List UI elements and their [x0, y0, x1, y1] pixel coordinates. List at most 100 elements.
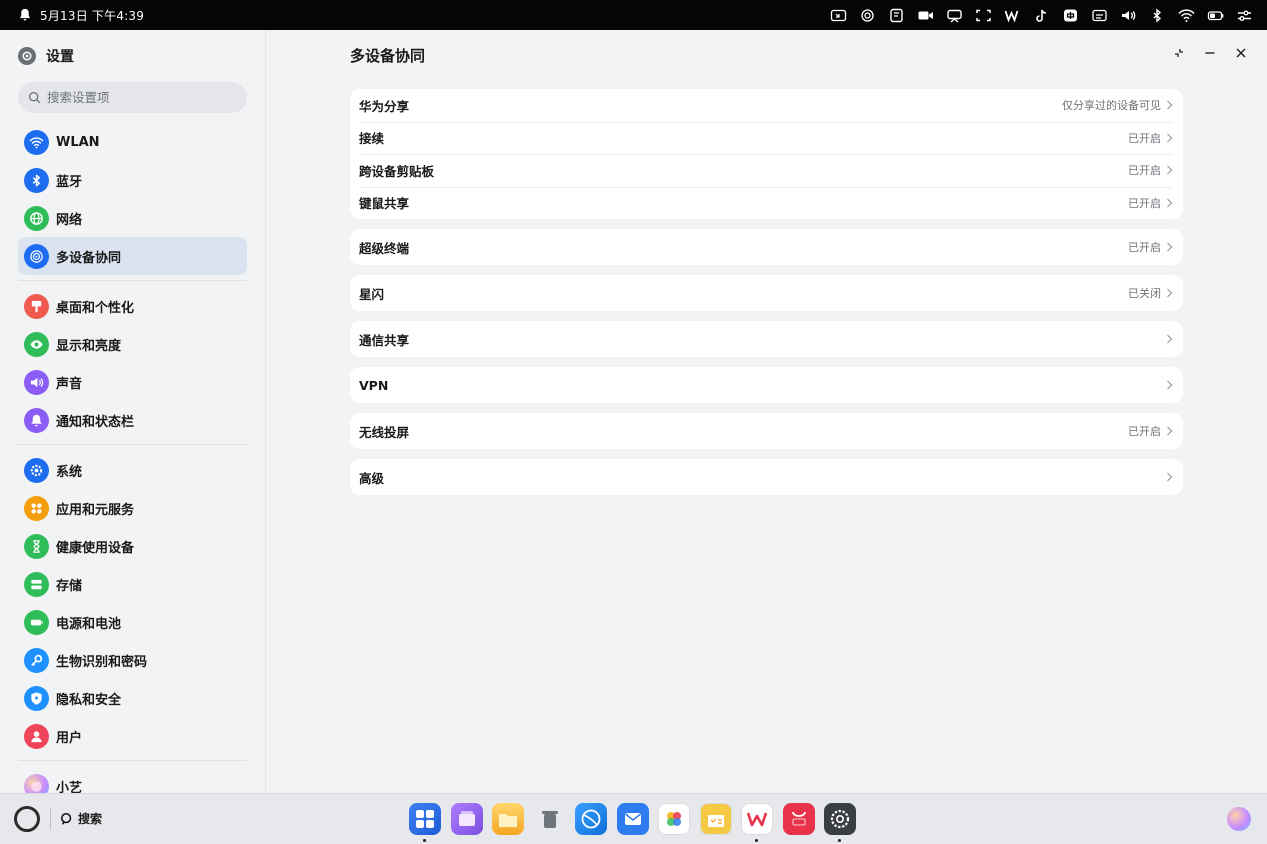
files-icon: [499, 814, 517, 827]
settings-dock-icon[interactable]: [824, 803, 856, 842]
sidebar-item[interactable]: 应用和元服务: [18, 489, 247, 527]
browser-dock-icon[interactable]: [575, 803, 607, 835]
volume-icon[interactable]: [1119, 7, 1137, 23]
settings-row[interactable]: 无线投屏 已开启: [350, 413, 1183, 449]
screenshot-icon[interactable]: [974, 7, 992, 23]
trash-icon: [541, 811, 558, 828]
settings-group: 无线投屏 已开启: [350, 413, 1183, 449]
volume-icon: [1121, 10, 1135, 20]
window-controls: [1172, 46, 1247, 59]
cast-icon[interactable]: [945, 7, 963, 23]
subtitle-icon[interactable]: [1090, 7, 1108, 23]
multi-device-icon[interactable]: [858, 7, 876, 23]
status-time: 5月13日 下午4:39: [40, 8, 145, 23]
trash-dock-icon[interactable]: [534, 803, 566, 835]
start-button[interactable]: [14, 806, 40, 832]
main-panel: 多设备协同 华为分享 仅分享过的设备可见 接续 已开启 跨设备剪贴板 已开启 键鼠共享 已开启…: [267, 30, 1267, 793]
settings-row[interactable]: 星闪 已关闭: [350, 275, 1183, 311]
sidebar-item[interactable]: 隐私和安全: [18, 679, 247, 717]
celia-assistant-button[interactable]: [1227, 807, 1251, 831]
multitask-dock-icon[interactable]: [450, 803, 483, 835]
gallery-dock-icon[interactable]: [658, 803, 690, 835]
settings-row[interactable]: 超级终端 已开启: [350, 229, 1183, 265]
sidebar-item-label: 用户: [56, 730, 83, 746]
sidebar-item[interactable]: 显示和亮度: [18, 325, 247, 363]
sidebar: 设置 WLAN 蓝牙网络多设备协同桌面和个性化显示和亮度声音通知和状态栏系统应用和…: [0, 30, 266, 799]
sidebar-item-label: 存储: [56, 578, 83, 594]
sidebar-item[interactable]: 网络: [18, 199, 247, 237]
chevron-right-icon: [1167, 100, 1173, 110]
sidebar-item[interactable]: WLAN: [18, 123, 247, 161]
settings-row[interactable]: 华为分享 仅分享过的设备可见: [350, 89, 1183, 122]
wifi-icon[interactable]: [1177, 7, 1195, 23]
settings-row[interactable]: 跨设备剪贴板 已开启: [350, 154, 1183, 187]
wps-dock-icon[interactable]: [741, 803, 773, 842]
notification-bell-icon[interactable]: [18, 8, 32, 22]
video-icon[interactable]: [916, 7, 934, 23]
sidebar-item[interactable]: 蓝牙: [18, 161, 247, 199]
sidebar-item[interactable]: 声音: [18, 363, 247, 401]
battery-icon[interactable]: [1206, 7, 1224, 23]
screen-share-icon[interactable]: [829, 7, 847, 23]
settings-row[interactable]: 键鼠共享 已开启: [350, 186, 1183, 220]
input-method-icon[interactable]: [1061, 7, 1079, 23]
settings-row-label: 星闪: [359, 286, 385, 302]
app-center-dock-icon[interactable]: [409, 803, 441, 842]
sidebar-item[interactable]: 用户: [18, 717, 247, 755]
key-icon: [24, 647, 49, 673]
sidebar-item[interactable]: 健康使用设备: [18, 527, 247, 565]
sidebar-item-label: 电源和电池: [56, 616, 122, 632]
app-center-icon: [416, 810, 434, 828]
sidebar-item[interactable]: 系统: [18, 451, 247, 489]
controls-icon: [1237, 10, 1251, 21]
settings-row[interactable]: VPN: [350, 367, 1183, 403]
bluetooth-icon[interactable]: [1148, 7, 1166, 23]
taskbar-search-button[interactable]: 搜索: [60, 810, 102, 827]
mail-dock-icon[interactable]: [616, 803, 649, 835]
restore-window-button[interactable]: [1172, 46, 1185, 59]
settings-group: 华为分享 仅分享过的设备可见接续 已开启 跨设备剪贴板 已开启 键鼠共享 已开启: [350, 89, 1183, 219]
settings-row-label: VPN: [359, 377, 389, 393]
settings-row[interactable]: 通信共享: [350, 321, 1183, 357]
settings-row-label: 华为分享: [359, 98, 410, 114]
battery-icon: [24, 609, 49, 635]
settings-row-value: 已关闭: [1128, 287, 1161, 300]
settings-row-value: 仅分享过的设备可见: [1062, 99, 1161, 113]
controls-icon[interactable]: [1235, 7, 1253, 23]
settings-row-value: 已开启: [1128, 425, 1161, 438]
files-dock-icon[interactable]: [492, 803, 524, 835]
notes-dock-icon[interactable]: [699, 803, 732, 835]
sidebar-item[interactable]: 电源和电池: [18, 603, 247, 641]
sidebar-item-label: 健康使用设备: [56, 540, 135, 556]
settings-row[interactable]: 高级: [350, 459, 1183, 495]
settings-groups: 华为分享 仅分享过的设备可见 接续 已开启 跨设备剪贴板 已开启 键鼠共享 已开启 超级终端 已开…: [350, 89, 1183, 505]
app-title: 设置: [18, 46, 74, 66]
sidebar-item[interactable]: 多设备协同: [18, 237, 247, 275]
subtitle-icon: [1091, 9, 1107, 21]
tiktok-icon[interactable]: [1032, 7, 1050, 23]
settings-row-label: 超级终端: [359, 240, 410, 256]
note-icon: [889, 8, 903, 22]
taskbar-divider: [50, 808, 51, 830]
sidebar-item[interactable]: 存储: [18, 565, 247, 603]
wps-icon: [746, 812, 768, 827]
wps-icon[interactable]: [1003, 7, 1021, 23]
video-icon: [918, 11, 933, 19]
app-gallery-dock-icon[interactable]: [782, 803, 815, 835]
settings-row[interactable]: 接续 已开启: [350, 121, 1183, 155]
sidebar-item[interactable]: 桌面和个性化: [18, 287, 247, 325]
minimize-window-button[interactable]: [1203, 46, 1216, 59]
search-input[interactable]: [47, 90, 227, 105]
settings-search[interactable]: [18, 82, 247, 113]
sidebar-divider: [18, 280, 247, 281]
screenshot-icon: [975, 9, 991, 21]
close-window-button[interactable]: [1234, 46, 1247, 59]
sidebar-nav: WLAN 蓝牙 网络 多设备协同桌面和个性化 显示和亮度 声音 通知和状态栏 系统 应用和元服务…: [18, 123, 247, 805]
sidebar-item[interactable]: 通知和状态栏: [18, 401, 247, 439]
chevron-right-icon: [1167, 426, 1173, 436]
app-gallery-icon: [791, 811, 806, 826]
note-icon[interactable]: [887, 7, 905, 23]
settings-row-value: 已开启: [1128, 131, 1161, 145]
sidebar-item[interactable]: 生物识别和密码: [18, 641, 247, 679]
multitask-icon: [458, 811, 475, 826]
